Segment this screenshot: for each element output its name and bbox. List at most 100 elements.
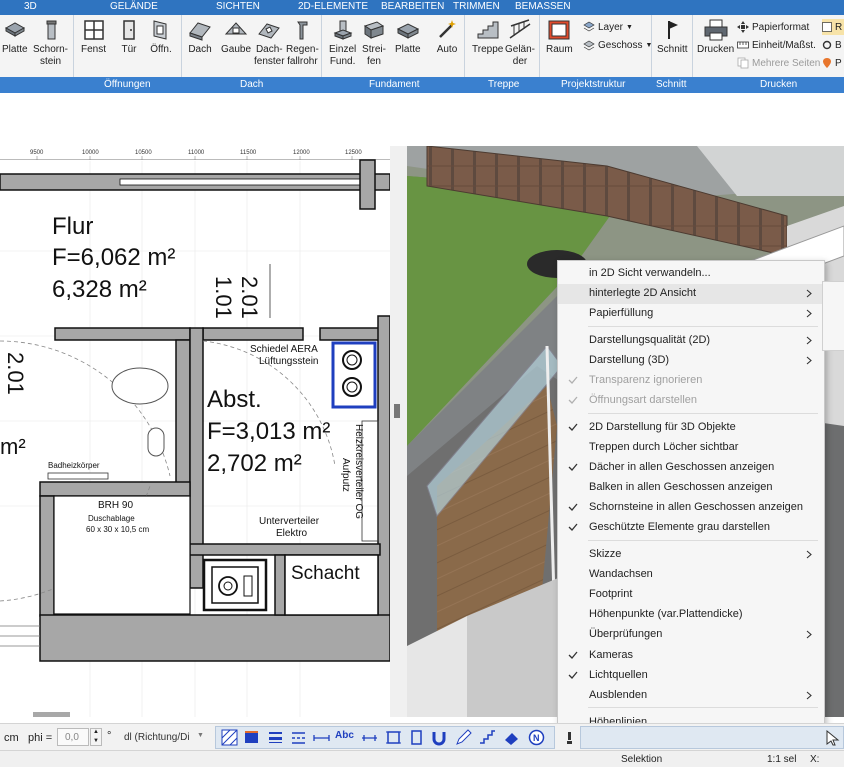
tab-2d-elemente[interactable]: 2D-ELEMENTE	[298, 1, 368, 12]
menu-item[interactable]: hinterlegte 2D Ansicht	[558, 284, 824, 304]
drucken-button[interactable]: Drucken	[697, 18, 734, 56]
einzelfundament-button[interactable]: Einzel Fund.	[329, 18, 356, 68]
schornstein-button[interactable]: Schorn- stein	[33, 18, 68, 68]
mehrere-seiten-button[interactable]: Mehrere Seiten	[737, 55, 820, 71]
geschoss-dropdown[interactable]: Geschoss ▼	[583, 37, 652, 53]
fenster-button[interactable]: Fenst	[81, 18, 106, 56]
menu-item-label: Lichtquellen	[589, 669, 648, 681]
streifenfundament-button[interactable]: Strei- fen	[362, 18, 386, 68]
dach-button[interactable]: Dach	[188, 18, 212, 56]
gelaender-button[interactable]: Gelän- der	[505, 18, 535, 68]
magic-wand-icon	[439, 20, 456, 38]
tab-bearbeiten[interactable]: BEARBEITEN	[381, 1, 444, 12]
phi-input[interactable]: 0,0	[57, 728, 89, 746]
menu-item[interactable]: Kameras	[558, 646, 824, 666]
menu-item[interactable]: Balken in allen Geschossen anzeigen	[558, 478, 824, 498]
gaube-button[interactable]: Gaube	[221, 18, 251, 56]
menu-item-label: Schornsteine in allen Geschossen anzeige…	[589, 501, 804, 513]
menu-item[interactable]: Skizze	[558, 545, 824, 565]
strip-foundation-icon	[363, 21, 385, 39]
splitter-handle[interactable]	[394, 404, 400, 418]
menu-item[interactable]: Geschützte Elemente grau darstellen	[558, 518, 824, 538]
menu-item[interactable]: Dächer in allen Geschossen anzeigen	[558, 458, 824, 478]
pencil-icon[interactable]	[454, 728, 473, 747]
measure-icon[interactable]	[360, 728, 379, 747]
menu-item[interactable]: Höhenpunkte (var.Plattendicke)	[558, 605, 824, 625]
fundamentplatte-button[interactable]: Platte	[395, 18, 421, 56]
menu-item[interactable]: Öffnungsart darstellen	[558, 391, 824, 411]
group-projektstruktur: Projektstruktur	[561, 79, 626, 90]
label-unterverteiler: Unterverteiler	[259, 516, 320, 527]
menu-item[interactable]: Treppen durch Löcher sichtbar	[558, 438, 824, 458]
printer-icon	[704, 19, 728, 41]
label-aufputz: Aufputz	[340, 458, 351, 492]
tuer-button[interactable]: Tür	[117, 18, 141, 56]
dachfenster-button[interactable]: Dach- fenster	[254, 18, 285, 68]
chevron-right-icon	[806, 356, 812, 365]
menu-item[interactable]: Darstellungsqualität (2D)	[558, 331, 824, 351]
magnet-icon[interactable]	[430, 728, 449, 747]
menu-item[interactable]: Darstellung (3D)	[558, 351, 824, 371]
menu-item[interactable]: in 2D Sicht verwandeln...	[558, 264, 824, 284]
oeffnung-button[interactable]: Öffn.	[149, 18, 173, 56]
phi-stepper[interactable]: ▲ ▼	[90, 728, 102, 746]
menu-item[interactable]: 2D Darstellung für 3D Objekte	[558, 418, 824, 438]
treppe-button[interactable]: Treppe	[472, 18, 503, 56]
tab-sichten[interactable]: SICHTEN	[216, 1, 260, 12]
menu-item[interactable]: Schornsteine in allen Geschossen anzeige…	[558, 498, 824, 518]
menu-item[interactable]: Wandachsen	[558, 565, 824, 585]
horizontal-scrollbar-thumb[interactable]	[33, 712, 70, 717]
direction-dropdown[interactable]: dl (Richtung/Di ▼	[121, 728, 211, 746]
checkmark-icon	[568, 463, 578, 471]
menu-item-label: Kameras	[589, 649, 634, 661]
hatch-icon[interactable]	[220, 728, 239, 747]
frame-icon[interactable]	[384, 728, 403, 747]
menu-item-label: Höhenpunkte (var.Plattendicke)	[589, 608, 743, 620]
stairs-tool-icon[interactable]	[478, 728, 497, 747]
section-flag-icon	[668, 21, 679, 39]
p-button[interactable]: P	[822, 55, 842, 71]
marker-icon[interactable]	[560, 728, 579, 747]
papierformat-button[interactable]: Papierformat	[737, 19, 809, 35]
menu-item[interactable]: Footprint	[558, 585, 824, 605]
menu-item[interactable]: Ausblenden	[558, 686, 824, 706]
north-icon[interactable]: N	[527, 728, 546, 747]
b-button[interactable]: B	[822, 37, 842, 53]
regenfallrohr-button[interactable]: Regen- fallrohr	[286, 18, 319, 68]
r-button[interactable]: R	[822, 19, 844, 35]
tab-gelaende[interactable]: GELÄNDE	[110, 1, 158, 12]
text-tool-button[interactable]: Abc	[335, 730, 354, 741]
floor-plan-view[interactable]: 9500 10000 10500 11000 11500 12000 12500	[0, 146, 390, 717]
unit-label: cm	[4, 732, 19, 744]
schnitt-button[interactable]: Schnitt	[657, 18, 688, 56]
stairs-icon	[477, 21, 499, 39]
single-foundation-icon	[333, 20, 353, 40]
line-weight-icon[interactable]	[266, 728, 285, 747]
menu-item[interactable]: Lichtquellen	[558, 666, 824, 686]
view-splitter[interactable]	[390, 146, 407, 717]
layer-dropdown[interactable]: Layer ▼	[583, 19, 633, 35]
tab-bemassen[interactable]: BEMASSEN	[515, 1, 571, 12]
tab-trimmen[interactable]: TRIMMEN	[453, 1, 500, 12]
line-type-icon[interactable]	[289, 728, 308, 747]
eraser-icon[interactable]	[502, 728, 521, 747]
platte-button[interactable]: Platte	[2, 18, 28, 56]
dimension-line-icon[interactable]	[312, 728, 331, 747]
menu-item[interactable]: Überprüfungen	[558, 625, 824, 645]
room-area-partial: m²	[0, 434, 26, 459]
menu-item[interactable]: Papierfüllung	[558, 304, 824, 324]
auto-button[interactable]: Auto	[435, 18, 459, 56]
fill-icon[interactable]	[242, 728, 261, 747]
menu-item[interactable]: Transparenz ignorieren	[558, 371, 824, 391]
einheit-button[interactable]: Einheit/Maßst.	[737, 37, 816, 53]
raum-button[interactable]: Raum	[546, 18, 573, 56]
tab-3d[interactable]: 3D	[24, 1, 37, 12]
menu-item-label: Dächer in allen Geschossen anzeigen	[589, 461, 775, 473]
ribbon: Platte Schorn- stein Fenst Tür Öffn. Dac…	[0, 15, 844, 77]
settings-icon	[822, 40, 832, 50]
dimension-text: 1.01	[211, 276, 236, 319]
cursor-icon[interactable]	[823, 728, 842, 747]
menu-item-label: 2D Darstellung für 3D Objekte	[589, 421, 736, 433]
bracket-icon[interactable]	[407, 728, 426, 747]
degree-label: °	[107, 730, 112, 742]
